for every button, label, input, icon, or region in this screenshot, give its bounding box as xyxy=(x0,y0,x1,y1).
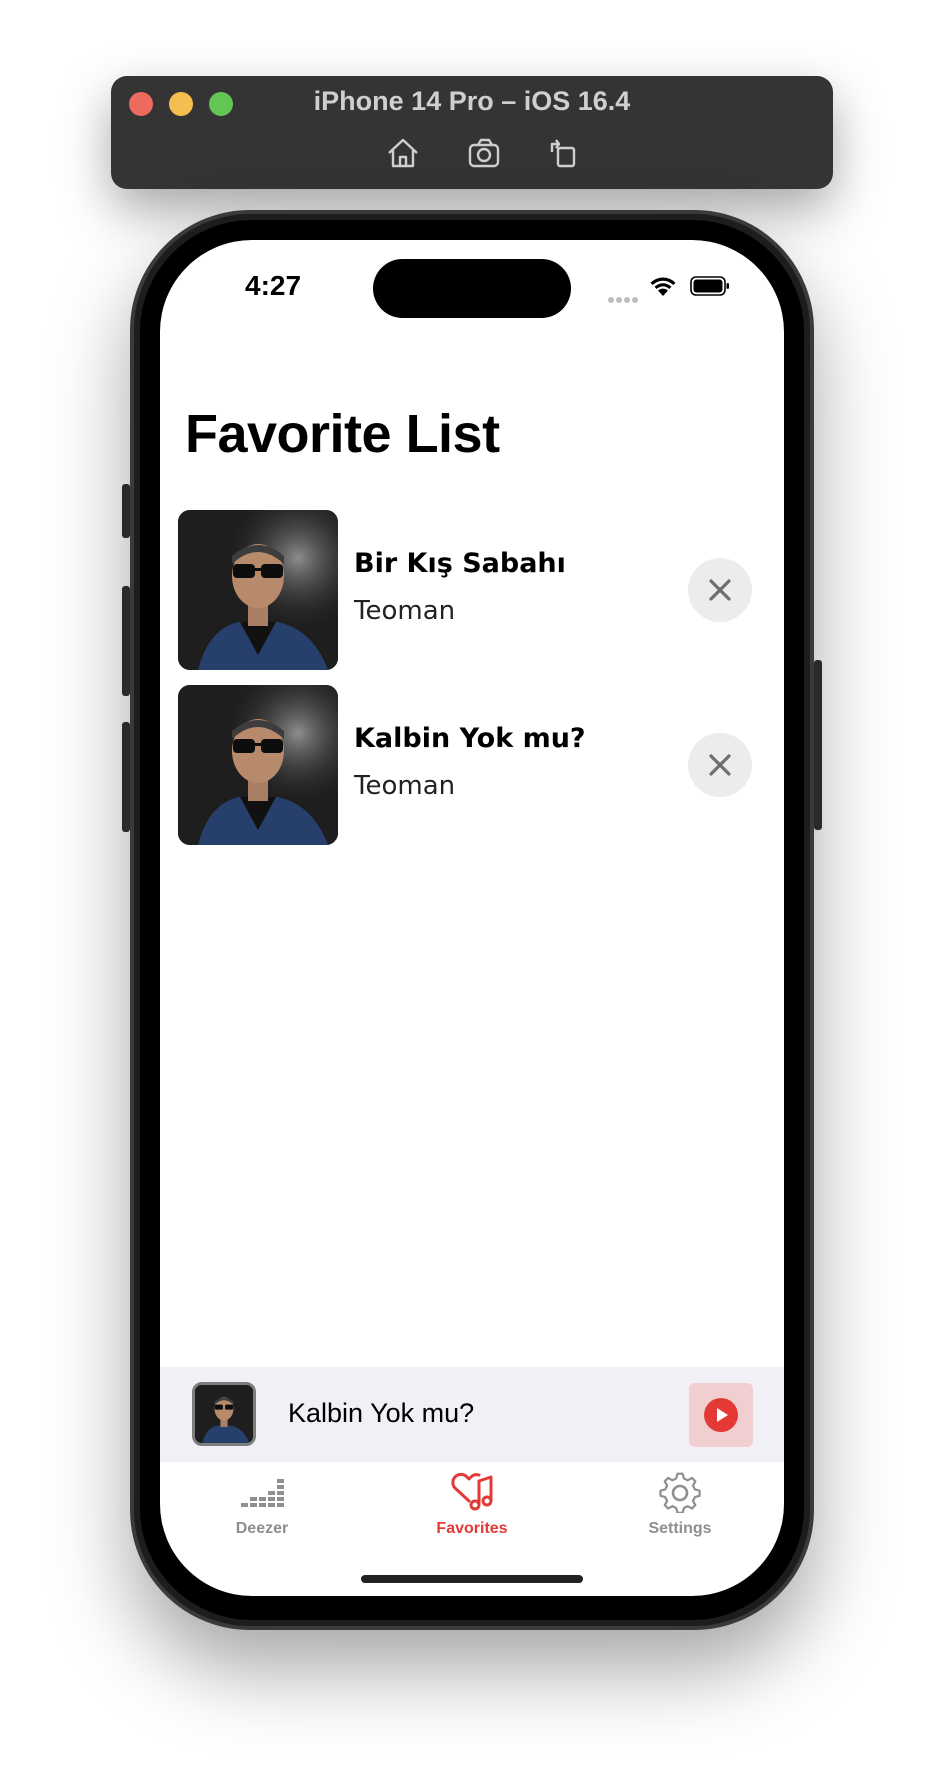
page-title: Favorite List xyxy=(185,404,500,464)
tab-deezer[interactable]: Deezer xyxy=(182,1470,342,1538)
song-artist: Teoman xyxy=(354,771,456,801)
remove-favorite-button[interactable] xyxy=(688,558,752,622)
device-screen: 4:27 Favorite List Bir Kış Sabahı Teoman… xyxy=(160,240,784,1596)
dynamic-island xyxy=(373,259,571,318)
tab-label: Favorites xyxy=(436,1520,508,1537)
now-playing-title: Kalbin Yok mu? xyxy=(288,1398,475,1428)
home-indicator xyxy=(361,1575,583,1583)
screenshot-icon[interactable] xyxy=(467,136,503,170)
mini-player[interactable]: Kalbin Yok mu? xyxy=(160,1367,784,1462)
play-button[interactable] xyxy=(689,1383,753,1447)
song-title: Bir Kış Sabahı xyxy=(354,548,566,579)
wifi-icon xyxy=(648,274,678,298)
cellular-signal-icon xyxy=(608,290,642,303)
tab-bar: Deezer Favorites Settings xyxy=(160,1462,784,1552)
power-button xyxy=(814,660,822,830)
album-cover-image xyxy=(178,685,338,845)
album-cover-image xyxy=(178,510,338,670)
battery-icon xyxy=(690,276,730,296)
tab-favorites[interactable]: Favorites xyxy=(392,1470,552,1538)
close-icon xyxy=(709,579,731,601)
rotate-icon[interactable] xyxy=(545,136,581,170)
play-icon xyxy=(704,1398,738,1432)
home-icon[interactable] xyxy=(385,136,421,170)
list-item[interactable]: Kalbin Yok mu? Teoman xyxy=(178,685,768,845)
remove-favorite-button[interactable] xyxy=(688,733,752,797)
mini-player-cover-image xyxy=(192,1382,256,1446)
song-artist: Teoman xyxy=(354,596,456,626)
heart-music-icon xyxy=(392,1470,552,1514)
volume-down-button xyxy=(122,722,130,832)
mute-switch xyxy=(122,484,130,538)
tab-label: Deezer xyxy=(235,1520,289,1537)
gear-icon xyxy=(600,1470,760,1514)
volume-up-button xyxy=(122,586,130,696)
simulator-title: iPhone 14 Pro – iOS 16.4 xyxy=(313,86,631,116)
song-title: Kalbin Yok mu? xyxy=(354,723,586,754)
equalizer-icon xyxy=(182,1470,342,1514)
tab-label: Settings xyxy=(648,1520,712,1537)
tab-settings[interactable]: Settings xyxy=(600,1470,760,1538)
close-icon xyxy=(709,754,731,776)
status-time: 4:27 xyxy=(245,270,302,301)
list-item[interactable]: Bir Kış Sabahı Teoman xyxy=(178,510,768,670)
